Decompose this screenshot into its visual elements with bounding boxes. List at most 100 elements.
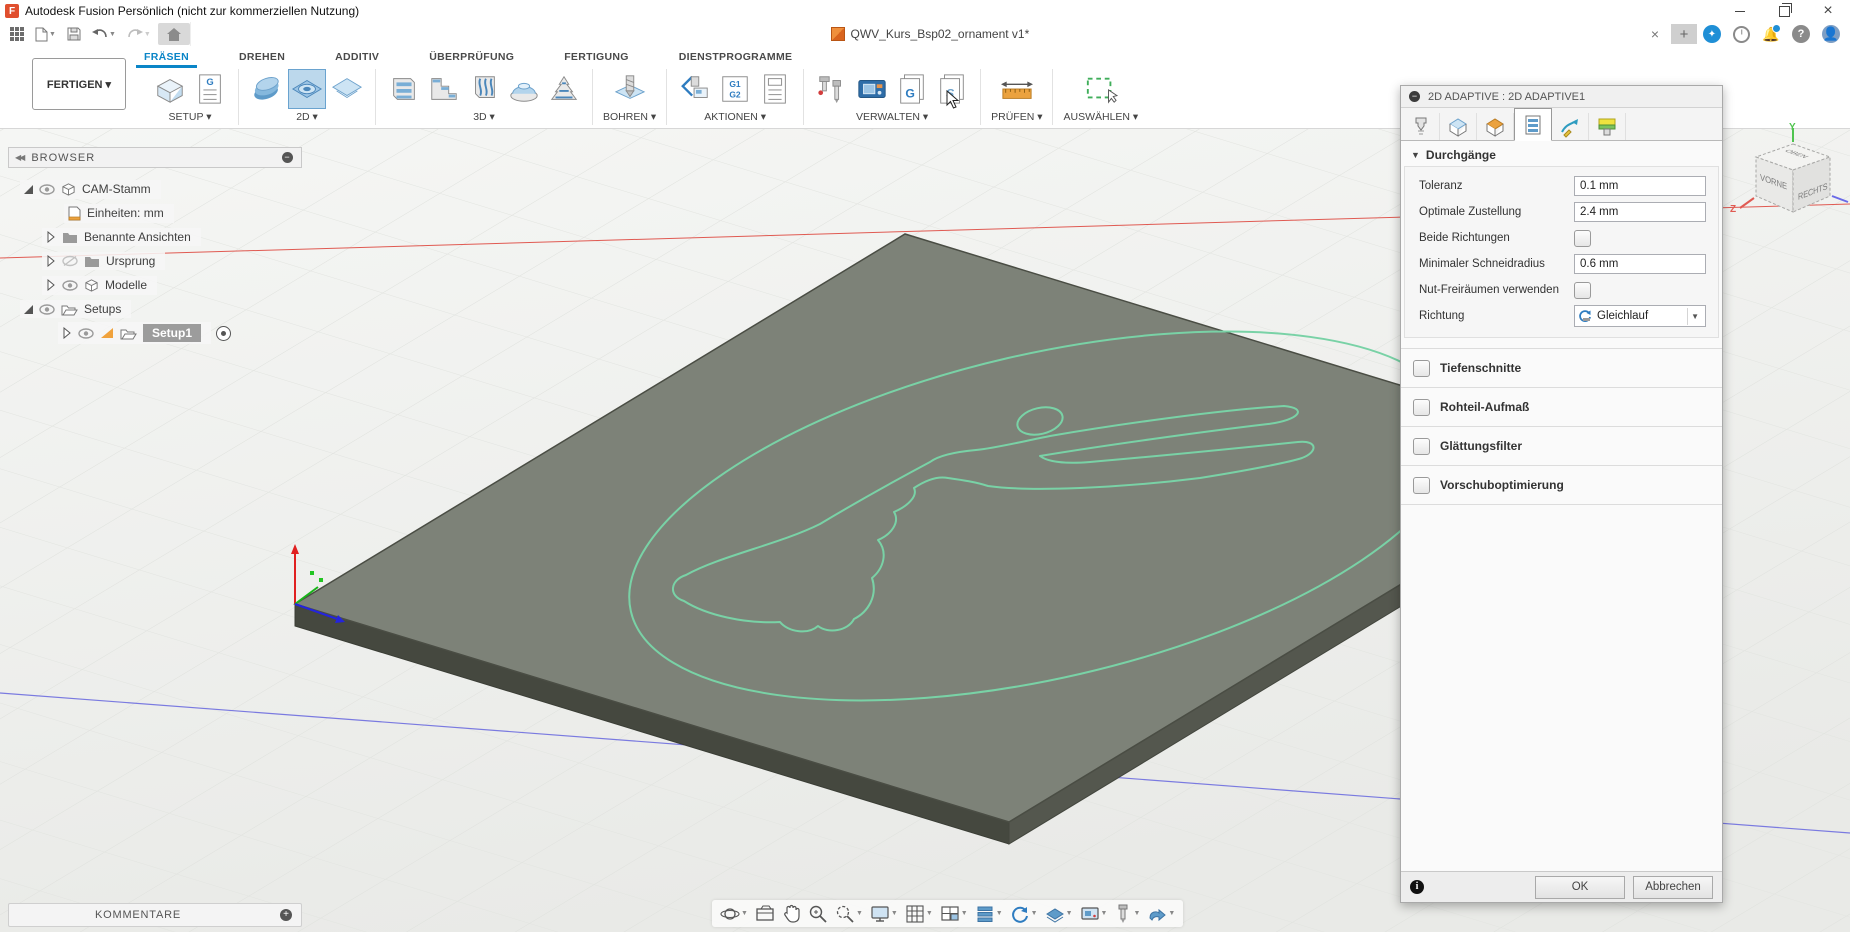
new-tab-button[interactable]: +: [1671, 24, 1697, 44]
orbit-button[interactable]: ▼: [717, 902, 751, 926]
collapsed-arrow-icon[interactable]: [46, 231, 56, 243]
group-label-3d[interactable]: 3D ▾: [473, 111, 495, 123]
tab-geometry[interactable]: [1440, 113, 1477, 140]
group-label-aktionen[interactable]: AKTIONEN ▾: [704, 111, 766, 123]
section-vorschuboptimierung[interactable]: Vorschuboptimierung: [1401, 465, 1722, 505]
section-expand-icon[interactable]: ▼: [1411, 150, 1420, 160]
fit-button[interactable]: ▼: [832, 902, 866, 926]
close-button[interactable]: ×: [1806, 0, 1850, 22]
display-settings-button[interactable]: ▼: [867, 902, 901, 926]
vorschuboptimierung-checkbox[interactable]: [1413, 477, 1430, 494]
section-tiefenschnitte[interactable]: Tiefenschnitte: [1401, 348, 1722, 387]
simulate-button[interactable]: [677, 70, 713, 108]
tool-library-button[interactable]: [814, 70, 850, 108]
minimize-button[interactable]: [1718, 0, 1762, 22]
tab-fertigung[interactable]: FERTIGUNG: [562, 48, 631, 66]
workspace-selector[interactable]: FERTIGEN ▾: [32, 58, 126, 110]
3d-spiral-button[interactable]: [546, 70, 582, 108]
info-icon[interactable]: i: [1410, 880, 1424, 894]
tab-tool[interactable]: [1403, 113, 1440, 140]
refresh-button[interactable]: ▼: [1007, 902, 1041, 926]
visibility-eye-icon[interactable]: [39, 304, 55, 315]
drill-button[interactable]: [612, 70, 648, 108]
group-label-pruefen[interactable]: PRÜFEN ▾: [991, 111, 1042, 123]
post-library-button[interactable]: G: [894, 70, 930, 108]
ok-button[interactable]: OK: [1535, 876, 1625, 899]
home-view-button[interactable]: [158, 23, 190, 45]
2d-contour-button[interactable]: [329, 70, 365, 108]
tab-heights[interactable]: [1477, 113, 1514, 140]
zoom-button[interactable]: [805, 902, 831, 926]
2d-adaptive-button[interactable]: [249, 70, 285, 108]
browser-header[interactable]: ◀◀ BROWSER −: [8, 147, 302, 168]
grid-settings-button[interactable]: ▼: [902, 902, 936, 926]
notifications-icon[interactable]: 🔔: [1762, 25, 1780, 43]
group-label-setup[interactable]: SETUP ▾: [168, 111, 211, 123]
tiefenschnitte-checkbox[interactable]: [1413, 360, 1430, 377]
section-rohteil-aufmass[interactable]: Rohteil-Aufmaß: [1401, 387, 1722, 426]
3d-parallel-button[interactable]: [466, 70, 502, 108]
measure-button[interactable]: [999, 70, 1035, 108]
tab-drehen[interactable]: DREHEN: [237, 48, 287, 66]
tab-linking[interactable]: [1552, 113, 1589, 140]
help-icon[interactable]: ?: [1792, 25, 1810, 43]
save-icon[interactable]: [63, 24, 85, 44]
2d-pocket-button-selected[interactable]: [289, 70, 325, 108]
group-label-2d[interactable]: 2D ▾: [296, 111, 318, 123]
group-label-verwalten[interactable]: VERWALTEN ▾: [856, 111, 928, 123]
look-at-button[interactable]: [752, 902, 778, 926]
stock-display-button[interactable]: ▼: [1042, 902, 1076, 926]
glaettungsfilter-checkbox[interactable]: [1413, 438, 1430, 455]
group-label-auswaehlen[interactable]: AUSWÄHLEN ▾: [1063, 111, 1138, 123]
viewports-button[interactable]: ▼: [937, 902, 971, 926]
tree-row-einheiten[interactable]: Einheiten: mm: [8, 201, 308, 225]
setup-sheet-action-button[interactable]: [757, 70, 793, 108]
machine-display-button[interactable]: ▼: [1077, 902, 1111, 926]
cancel-button[interactable]: Abbrechen: [1633, 876, 1713, 899]
dialog-header[interactable]: − 2D ADAPTIVE : 2D ADAPTIVE1: [1401, 86, 1722, 108]
postprocess-button[interactable]: G1G2: [717, 70, 753, 108]
undo-button[interactable]: ▼: [88, 24, 120, 44]
document-tab[interactable]: QWV_Kurs_Bsp02_ornament v1* ×: [190, 22, 1669, 46]
collapsed-arrow-icon[interactable]: [46, 279, 56, 291]
user-avatar[interactable]: 👤: [1822, 25, 1840, 43]
setup-sheet-button[interactable]: G: [192, 70, 228, 108]
zustellung-input[interactable]: [1574, 202, 1706, 222]
job-status-icon[interactable]: [1733, 26, 1750, 43]
redo-button[interactable]: ▼: [123, 24, 155, 44]
toolpath-display-button[interactable]: ▼: [972, 902, 1006, 926]
browser-minimize-icon[interactable]: −: [282, 152, 293, 163]
visibility-eye-icon[interactable]: [39, 184, 55, 195]
visibility-eye-icon[interactable]: [78, 328, 94, 339]
tree-row-ursprung[interactable]: Ursprung: [8, 249, 308, 273]
tab-fraesen[interactable]: FRÄSEN: [142, 48, 191, 66]
swarf-display-button[interactable]: ▼: [1144, 902, 1178, 926]
visibility-off-icon[interactable]: [62, 255, 78, 267]
section-glaettungsfilter[interactable]: Glättungsfilter: [1401, 426, 1722, 465]
schneidradius-input[interactable]: [1574, 254, 1706, 274]
tool-display-button[interactable]: ▼: [1111, 902, 1143, 926]
group-label-bohren[interactable]: BOHREN ▾: [603, 111, 656, 123]
nut-freiraeumen-checkbox[interactable]: [1574, 282, 1591, 299]
passes-section-header[interactable]: ▼ Durchgänge: [1401, 141, 1722, 166]
app-grid-icon[interactable]: [6, 24, 28, 44]
restore-button[interactable]: [1762, 0, 1806, 22]
setup-new-button[interactable]: [152, 70, 188, 108]
tab-coordinates[interactable]: [1589, 113, 1626, 140]
tree-row-cam-stamm[interactable]: CAM-Stamm: [8, 177, 308, 201]
viewcube[interactable]: OBEN VORNE RECHTS Y X Z: [1728, 122, 1850, 247]
3d-pocket-button[interactable]: [386, 70, 422, 108]
tree-row-setups[interactable]: Setups: [8, 297, 308, 321]
richtung-dropdown[interactable]: Gleichlauf ▼: [1574, 305, 1706, 327]
expanded-arrow-icon[interactable]: [24, 185, 33, 194]
tree-row-setup1[interactable]: Setup1: [8, 321, 308, 345]
activate-setup-icon[interactable]: [216, 326, 231, 341]
tab-dienstprogramme[interactable]: DIENSTPROGRAMME: [677, 48, 795, 66]
tree-row-modelle[interactable]: Modelle: [8, 273, 308, 297]
expanded-arrow-icon[interactable]: [24, 305, 33, 314]
ai-assistant-icon[interactable]: ✦: [1703, 25, 1721, 43]
tree-row-benannte-ansichten[interactable]: Benannte Ansichten: [8, 225, 308, 249]
3d-scallop-button[interactable]: [506, 70, 542, 108]
add-comment-icon[interactable]: +: [280, 909, 292, 921]
tab-additiv[interactable]: ADDITIV: [333, 48, 381, 66]
